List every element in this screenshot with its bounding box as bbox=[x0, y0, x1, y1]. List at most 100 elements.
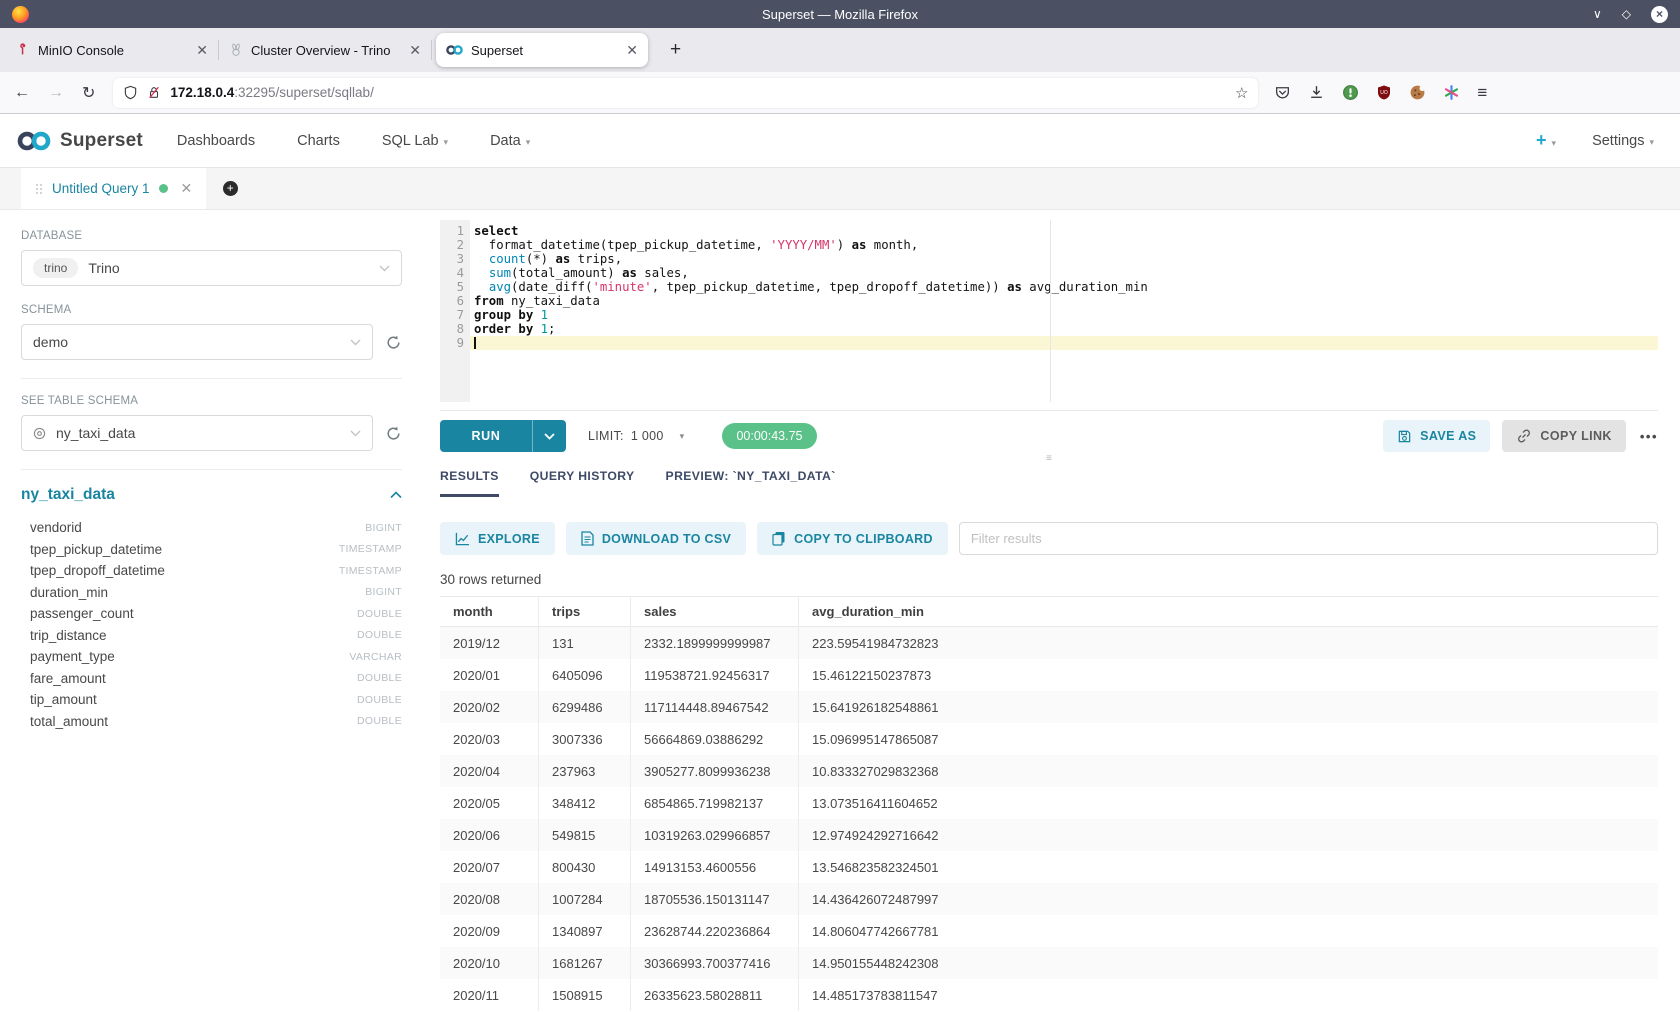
column-header-sales[interactable]: sales bbox=[631, 597, 799, 626]
table-row[interactable]: 2020/08100728418705536.15013114714.43642… bbox=[440, 883, 1658, 915]
collapse-chevron-icon[interactable] bbox=[390, 491, 402, 499]
column-row[interactable]: payment_typeVARCHAR bbox=[21, 646, 402, 668]
schema-select[interactable]: demo bbox=[21, 324, 373, 360]
browser-tab-minio[interactable]: MinIO Console ✕ bbox=[6, 28, 218, 72]
database-select[interactable]: trino Trino bbox=[21, 250, 402, 286]
nav-item-dashboards[interactable]: Dashboards bbox=[177, 133, 255, 149]
menu-icon[interactable]: ≡ bbox=[1477, 83, 1487, 103]
extension-green-icon[interactable] bbox=[1342, 84, 1359, 101]
tab-close-icon[interactable]: ✕ bbox=[409, 42, 421, 59]
code-line[interactable]: format_datetime(tpep_pickup_datetime, 'Y… bbox=[470, 238, 1658, 252]
refresh-schema-icon[interactable] bbox=[385, 334, 402, 351]
sparkle-extension-icon[interactable] bbox=[1443, 84, 1460, 101]
ublock-origin-icon[interactable]: UO bbox=[1376, 84, 1392, 101]
table-row[interactable]: 2020/0780043014913153.460055613.54682358… bbox=[440, 851, 1658, 883]
new-tab-button[interactable]: + bbox=[662, 39, 689, 61]
column-header-trips[interactable]: trips bbox=[539, 597, 631, 626]
tab-preview-table[interactable]: PREVIEW: `NY_TAXI_DATA` bbox=[666, 469, 836, 497]
table-row[interactable]: 2020/11150891526335623.5802881114.485173… bbox=[440, 979, 1658, 1011]
table-row[interactable]: 2019/121312332.1899999999987223.59541984… bbox=[440, 627, 1658, 659]
window-maximize-icon[interactable]: ◇ bbox=[1622, 7, 1631, 21]
refresh-table-icon[interactable] bbox=[385, 425, 402, 442]
window-minimize-icon[interactable]: ∨ bbox=[1593, 7, 1602, 21]
column-header-month[interactable]: month bbox=[440, 597, 539, 626]
table-schema-title[interactable]: ny_taxi_data bbox=[21, 486, 115, 504]
code-line[interactable]: order by 1; bbox=[470, 322, 1658, 336]
download-csv-button[interactable]: DOWNLOAD TO CSV bbox=[566, 522, 746, 555]
column-row[interactable]: trip_distanceDOUBLE bbox=[21, 625, 402, 647]
table-row[interactable]: 2020/03300733656664869.0388629215.096995… bbox=[440, 723, 1658, 755]
code-line[interactable]: count(*) as trips, bbox=[470, 252, 1658, 266]
column-row[interactable]: fare_amountDOUBLE bbox=[21, 668, 402, 690]
forward-icon[interactable]: → bbox=[48, 84, 64, 102]
table-select[interactable]: ny_taxi_data bbox=[21, 415, 373, 451]
column-row[interactable]: tip_amountDOUBLE bbox=[21, 689, 402, 711]
window-close-icon[interactable]: × bbox=[1651, 6, 1668, 23]
column-row[interactable]: tpep_pickup_datetimeTIMESTAMP bbox=[21, 539, 402, 561]
code-line[interactable] bbox=[470, 336, 1658, 350]
copy-link-button[interactable]: COPY LINK bbox=[1502, 420, 1625, 452]
tab-results[interactable]: RESULTS bbox=[440, 469, 499, 497]
code-line[interactable]: select bbox=[470, 224, 1658, 238]
insecure-lock-icon[interactable] bbox=[147, 85, 161, 100]
limit-dropdown[interactable]: LIMIT: 1 000 ▾ bbox=[588, 429, 684, 443]
cookie-extension-icon[interactable] bbox=[1409, 84, 1426, 101]
explore-button[interactable]: EXPLORE bbox=[440, 522, 555, 555]
shield-permissions-icon[interactable] bbox=[123, 85, 138, 100]
nav-item-sql-lab[interactable]: SQL Lab▾ bbox=[382, 133, 448, 149]
column-type: DOUBLE bbox=[357, 715, 402, 727]
download-icon[interactable] bbox=[1308, 84, 1325, 101]
table-cell: 237963 bbox=[539, 755, 631, 787]
reload-icon[interactable]: ↻ bbox=[82, 83, 95, 103]
superset-brand[interactable]: Superset bbox=[16, 130, 143, 152]
pocket-icon[interactable] bbox=[1274, 84, 1291, 101]
tab-close-icon[interactable]: ✕ bbox=[196, 42, 208, 59]
back-icon[interactable]: ← bbox=[14, 84, 30, 102]
save-as-button[interactable]: SAVE AS bbox=[1383, 420, 1490, 452]
column-row[interactable]: passenger_countDOUBLE bbox=[21, 603, 402, 625]
url-bar[interactable]: 172.18.0.4:32295/superset/sqllab/ ☆ bbox=[113, 78, 1258, 108]
table-row[interactable]: 2020/053484126854865.71998213713.0735164… bbox=[440, 787, 1658, 819]
settings-menu[interactable]: Settings▾ bbox=[1592, 133, 1654, 149]
table-row[interactable]: 2020/10168126730366993.70037741614.95015… bbox=[440, 947, 1658, 979]
bookmark-star-icon[interactable]: ☆ bbox=[1235, 84, 1248, 102]
table-cell: 2020/02 bbox=[440, 691, 539, 723]
code-line[interactable]: avg(date_diff('minute', tpep_pickup_date… bbox=[470, 280, 1658, 294]
run-button[interactable]: RUN bbox=[440, 420, 566, 452]
filter-results-input[interactable] bbox=[959, 522, 1658, 555]
column-row[interactable]: duration_minBIGINT bbox=[21, 582, 402, 604]
table-row[interactable]: 2020/016405096119538721.9245631715.46122… bbox=[440, 659, 1658, 691]
column-row[interactable]: vendoridBIGINT bbox=[21, 517, 402, 539]
column-header-avg-duration[interactable]: avg_duration_min bbox=[799, 597, 1658, 626]
new-item-button[interactable]: +▾ bbox=[1536, 130, 1556, 151]
sql-editor[interactable]: 123456789 select format_datetime(tpep_pi… bbox=[440, 220, 1658, 402]
browser-tab-superset[interactable]: Superset ✕ bbox=[436, 33, 648, 67]
pane-resize-handle[interactable]: ≡ bbox=[1046, 455, 1052, 464]
browser-tab-trino[interactable]: Cluster Overview - Trino ✕ bbox=[219, 28, 431, 72]
copy-clipboard-button[interactable]: COPY TO CLIPBOARD bbox=[757, 522, 948, 555]
more-options-button[interactable]: ••• bbox=[1640, 429, 1658, 444]
column-row[interactable]: total_amountDOUBLE bbox=[21, 711, 402, 733]
table-row[interactable]: 2020/042379633905277.809993623810.833327… bbox=[440, 755, 1658, 787]
nav-item-charts[interactable]: Charts bbox=[297, 133, 340, 149]
add-query-tab-button[interactable]: + bbox=[206, 168, 254, 209]
nav-item-data[interactable]: Data▾ bbox=[490, 133, 530, 149]
table-cell: 14913153.4600556 bbox=[631, 851, 799, 883]
table-row[interactable]: 2020/09134089723628744.22023686414.80604… bbox=[440, 915, 1658, 947]
drag-handle-icon[interactable] bbox=[35, 183, 43, 195]
run-button-label[interactable]: RUN bbox=[440, 420, 532, 452]
query-tab-close-icon[interactable]: ✕ bbox=[181, 180, 193, 197]
code-line[interactable]: sum(total_amount) as sales, bbox=[470, 266, 1658, 280]
table-row[interactable]: 2020/026299486117114448.8946754215.64192… bbox=[440, 691, 1658, 723]
code-line[interactable]: from ny_taxi_data bbox=[470, 294, 1658, 308]
editor-code[interactable]: select format_datetime(tpep_pickup_datet… bbox=[470, 220, 1658, 402]
schema-label: SCHEMA bbox=[21, 304, 402, 316]
query-status-dot bbox=[159, 184, 168, 193]
tab-close-icon[interactable]: ✕ bbox=[626, 42, 638, 59]
run-options-caret[interactable] bbox=[532, 420, 566, 452]
tab-query-history[interactable]: QUERY HISTORY bbox=[530, 469, 635, 497]
code-line[interactable]: group by 1 bbox=[470, 308, 1658, 322]
table-row[interactable]: 2020/0654981510319263.02996685712.974924… bbox=[440, 819, 1658, 851]
column-row[interactable]: tpep_dropoff_datetimeTIMESTAMP bbox=[21, 560, 402, 582]
query-tab[interactable]: Untitled Query 1 ✕ bbox=[21, 168, 206, 209]
